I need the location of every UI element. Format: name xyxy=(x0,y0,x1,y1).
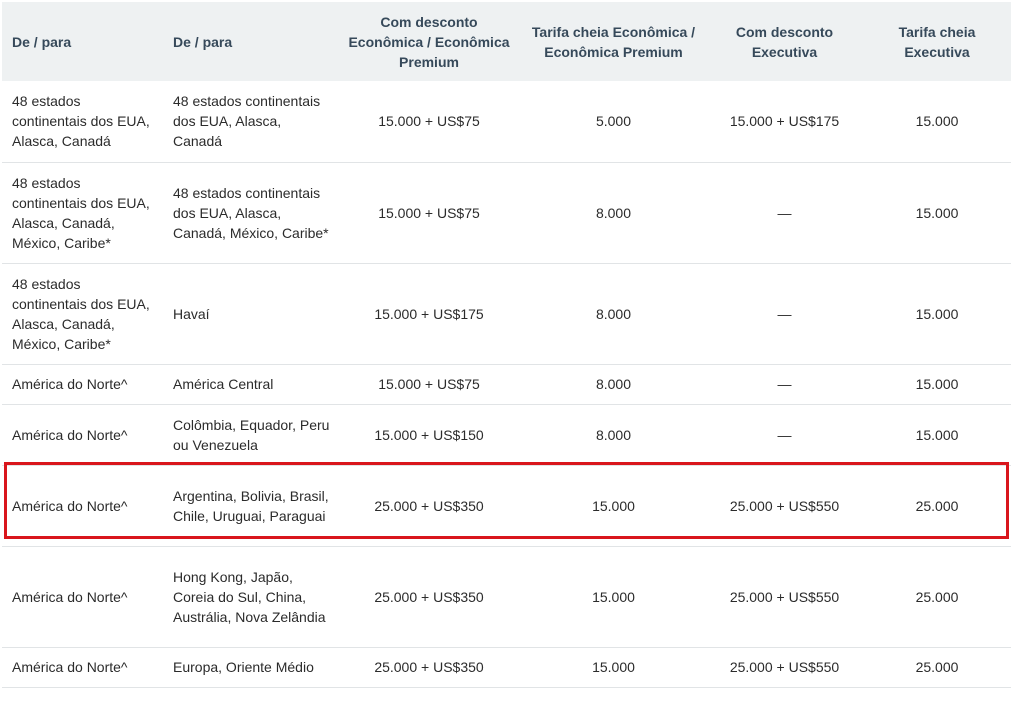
cell-economy-full: 8.000 xyxy=(521,162,706,264)
cell-business-full: 15.000 xyxy=(863,162,1011,264)
table-body: 48 estados continentais dos EUA, Alasca,… xyxy=(2,81,1011,688)
cell-to: Hong Kong, Japão, Coreia do Sul, China, … xyxy=(163,546,337,648)
cell-business-full: 25.000 xyxy=(863,647,1011,688)
cell-economy-full: 15.000 xyxy=(521,465,706,547)
cell-business-discount: — xyxy=(706,404,863,466)
cell-from: América do Norte^ xyxy=(2,465,163,547)
table-header: De / para De / para Com desconto Econômi… xyxy=(2,2,1011,81)
cell-business-discount: — xyxy=(706,263,863,365)
header-row: De / para De / para Com desconto Econômi… xyxy=(2,2,1011,81)
table-row-highlighted: América do Norte^ Argentina, Bolivia, Br… xyxy=(2,465,1011,547)
table-row: 48 estados continentais dos EUA, Alasca,… xyxy=(2,81,1011,163)
table-row: América do Norte^ Europa, Oriente Médio … xyxy=(2,647,1011,688)
cell-business-discount: — xyxy=(706,162,863,264)
cell-from: 48 estados continentais dos EUA, Alasca,… xyxy=(2,162,163,264)
cell-economy-discount: 15.000 + US$75 xyxy=(337,81,521,163)
cell-to: Europa, Oriente Médio xyxy=(163,647,337,688)
cell-from: América do Norte^ xyxy=(2,546,163,648)
header-from: De / para xyxy=(12,33,72,50)
cell-economy-discount: 25.000 + US$350 xyxy=(337,465,521,547)
cell-business-full: 25.000 xyxy=(863,546,1011,648)
cell-from: América do Norte^ xyxy=(2,647,163,688)
cell-to: Argentina, Bolivia, Brasil, Chile, Urugu… xyxy=(163,465,337,547)
cell-business-full: 15.000 xyxy=(863,404,1011,466)
cell-business-full: 15.000 xyxy=(863,263,1011,365)
header-economy-discount: Com desconto Econômica / Econômica Premi… xyxy=(348,13,510,70)
cell-business-discount: 25.000 + US$550 xyxy=(706,465,863,547)
cell-to: 48 estados continentais dos EUA, Alasca,… xyxy=(163,162,337,264)
cell-business-discount: 15.000 + US$175 xyxy=(706,81,863,163)
cell-economy-discount: 15.000 + US$150 xyxy=(337,404,521,466)
table-row: América do Norte^ América Central 15.000… xyxy=(2,364,1011,405)
cell-business-discount: 25.000 + US$550 xyxy=(706,647,863,688)
table-row: 48 estados continentais dos EUA, Alasca,… xyxy=(2,162,1011,264)
cell-business-discount: 25.000 + US$550 xyxy=(706,546,863,648)
cell-economy-full: 8.000 xyxy=(521,404,706,466)
cell-economy-discount: 25.000 + US$350 xyxy=(337,647,521,688)
cell-to: Havaí xyxy=(163,263,337,365)
cell-economy-discount: 15.000 + US$175 xyxy=(337,263,521,365)
cell-to: 48 estados continentais dos EUA, Alasca,… xyxy=(163,81,337,163)
cell-business-full: 15.000 xyxy=(863,364,1011,405)
cell-economy-discount: 15.000 + US$75 xyxy=(337,364,521,405)
table-row: 48 estados continentais dos EUA, Alasca,… xyxy=(2,263,1011,365)
cell-economy-full: 15.000 xyxy=(521,546,706,648)
cell-from: 48 estados continentais dos EUA, Alasca,… xyxy=(2,263,163,365)
header-business-discount: Com desconto Executiva xyxy=(735,23,834,60)
cell-business-full: 25.000 xyxy=(863,465,1011,547)
table-row: América do Norte^ Colômbia, Equador, Per… xyxy=(2,404,1011,466)
header-to: De / para xyxy=(173,33,233,50)
cell-economy-full: 8.000 xyxy=(521,263,706,365)
cell-economy-full: 15.000 xyxy=(521,647,706,688)
header-economy-full: Tarifa cheia Econômica / Econômica Premi… xyxy=(531,23,696,60)
cell-economy-full: 8.000 xyxy=(521,364,706,405)
award-chart-table: De / para De / para Com desconto Econômi… xyxy=(2,2,1011,688)
cell-to: América Central xyxy=(163,364,337,405)
cell-business-discount: — xyxy=(706,364,863,405)
cell-economy-discount: 25.000 + US$350 xyxy=(337,546,521,648)
cell-business-full: 15.000 xyxy=(863,81,1011,163)
table-row: América do Norte^ Hong Kong, Japão, Core… xyxy=(2,546,1011,648)
cell-to: Colômbia, Equador, Peru ou Venezuela xyxy=(163,404,337,466)
cell-from: 48 estados continentais dos EUA, Alasca,… xyxy=(2,81,163,163)
header-business-full: Tarifa cheia Executiva xyxy=(898,23,976,60)
cell-from: América do Norte^ xyxy=(2,404,163,466)
cell-from: América do Norte^ xyxy=(2,364,163,405)
cell-economy-full: 5.000 xyxy=(521,81,706,163)
cell-economy-discount: 15.000 + US$75 xyxy=(337,162,521,264)
